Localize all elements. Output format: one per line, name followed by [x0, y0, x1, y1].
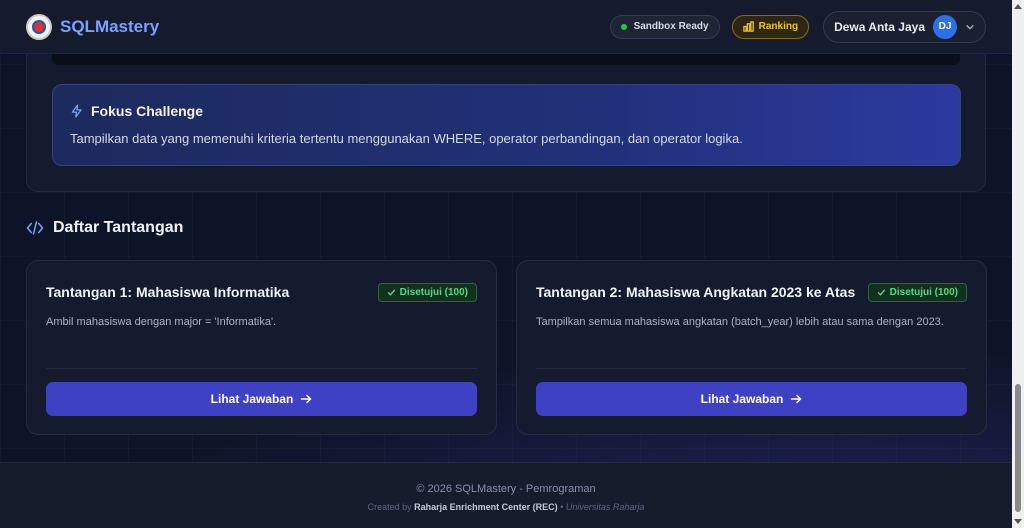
editor-strip: [52, 54, 960, 65]
status-badge: Disetujui (100): [867, 282, 967, 302]
focus-title-row: Fokus Challenge: [70, 103, 943, 119]
footer-org: Raharja Enrichment Center (REC): [414, 502, 558, 512]
page-scrollbar[interactable]: [1012, 0, 1024, 528]
view-answer-label: Lihat Jawaban: [210, 392, 294, 406]
status-dot-icon: [620, 23, 627, 30]
status-badge-label: Disetujui (100): [889, 286, 958, 298]
footer: © 2026 SQLMastery - Pemrograman Created …: [0, 462, 1012, 528]
status-badge: Disetujui (100): [377, 282, 477, 302]
card-divider: [536, 368, 967, 369]
focus-challenge-box: Fokus Challenge Tampilkan data yang meme…: [52, 84, 961, 166]
challenge-description: Tampilkan semua mahasiswa angkatan (batc…: [536, 316, 944, 328]
arrow-right-icon: [301, 394, 312, 404]
lightning-icon: [71, 104, 82, 118]
logo[interactable]: [26, 13, 52, 40]
user-name: Dewa Anta Jaya: [834, 19, 925, 34]
scroll-up-arrow[interactable]: [1014, 4, 1022, 9]
view-answer-button[interactable]: Lihat Jawaban: [46, 382, 477, 416]
challenge-card-1: Tantangan 1: Mahasiswa Informatika Diset…: [26, 260, 497, 435]
footer-credit: Created by Raharja Enrichment Center (RE…: [0, 502, 1012, 512]
view-answer-button[interactable]: Lihat Jawaban: [536, 382, 967, 416]
brand-name[interactable]: SQLMastery: [60, 17, 159, 37]
scrollbar-thumb[interactable]: [1015, 384, 1021, 512]
top-navbar: SQLMastery Sandbox Ready Ranking Dewa An…: [0, 0, 1012, 54]
focus-title: Fokus Challenge: [91, 103, 204, 119]
ranking-label: Ranking: [758, 21, 799, 32]
sandbox-status-label: Sandbox Ready: [633, 21, 709, 32]
ranking-button[interactable]: Ranking: [731, 14, 810, 39]
footer-university: Universitas Raharja: [565, 502, 645, 512]
view-answer-label: Lihat Jawaban: [700, 392, 784, 406]
chart-bar-icon: [742, 21, 754, 32]
footer-created-by: Created by: [367, 502, 412, 512]
chevron-down-icon: [966, 24, 974, 30]
section-title: Daftar Tantangan: [53, 219, 184, 236]
status-badge-label: Disetujui (100): [399, 286, 468, 298]
section-title-row: Daftar Tantangan: [26, 219, 183, 237]
check-icon: [387, 289, 395, 296]
focus-description: Tampilkan data yang memenuhi kriteria te…: [70, 131, 743, 146]
sandbox-status-badge: Sandbox Ready: [609, 14, 720, 39]
challenge-description: Ambil mahasiswa dengan major = 'Informat…: [46, 316, 277, 328]
arrow-right-icon: [791, 394, 802, 404]
scroll-down-arrow[interactable]: [1014, 519, 1022, 524]
avatar: DJ: [933, 14, 957, 39]
card-divider: [46, 368, 477, 369]
code-icon: [26, 221, 44, 235]
footer-separator: •: [560, 502, 564, 512]
challenge-card-2: Tantangan 2: Mahasiswa Angkatan 2023 ke …: [516, 260, 987, 435]
challenge-title: Tantangan 2: Mahasiswa Angkatan 2023 ke …: [536, 284, 856, 300]
footer-copyright: © 2026 SQLMastery - Pemrograman: [416, 483, 596, 495]
challenge-title: Tantangan 1: Mahasiswa Informatika: [46, 284, 290, 300]
check-icon: [877, 289, 885, 296]
user-menu[interactable]: Dewa Anta Jaya DJ: [823, 10, 986, 43]
